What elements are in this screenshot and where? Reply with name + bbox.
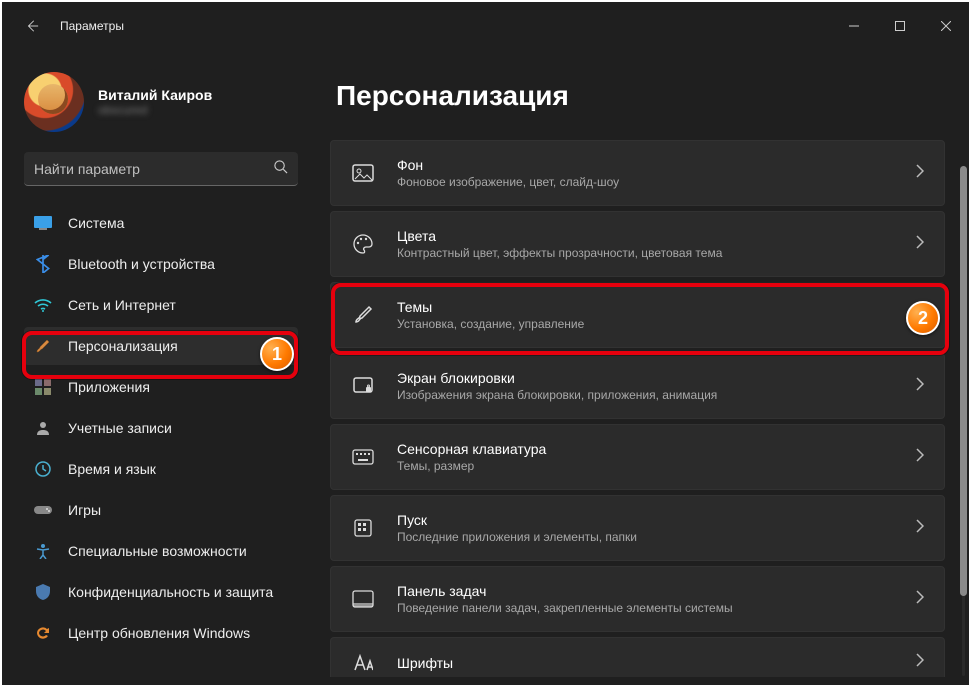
games-icon bbox=[34, 501, 52, 519]
nav-bluetooth[interactable]: Bluetooth и устройства bbox=[24, 245, 298, 283]
card-touchkeyboard[interactable]: Сенсорная клавиатура Темы, размер bbox=[330, 424, 945, 490]
avatar bbox=[24, 72, 84, 132]
annotation-badge-2: 2 bbox=[906, 301, 940, 335]
fonts-icon bbox=[351, 651, 375, 675]
card-subtitle: Поведение панели задач, закрепленные эле… bbox=[397, 601, 916, 615]
card-title: Панель задач bbox=[397, 583, 916, 599]
card-title: Пуск bbox=[397, 512, 916, 528]
taskbar-icon bbox=[351, 587, 375, 611]
card-subtitle: Фоновое изображение, цвет, слайд-шоу bbox=[397, 175, 916, 189]
nav-gaming[interactable]: Игры bbox=[24, 491, 298, 529]
card-subtitle: Последние приложения и элементы, папки bbox=[397, 530, 916, 544]
accessibility-icon bbox=[34, 542, 52, 560]
card-subtitle: Контрастный цвет, эффекты прозрачности, … bbox=[397, 246, 916, 260]
nav-update[interactable]: Центр обновления Windows bbox=[24, 614, 298, 652]
window-controls bbox=[831, 10, 969, 42]
main-content: Персонализация Фон Фоновое изображение, ц… bbox=[312, 50, 969, 685]
nav-list: Система Bluetooth и устройства Сеть и Ин… bbox=[24, 204, 298, 655]
brush-icon bbox=[34, 337, 52, 355]
nav-system[interactable]: Система bbox=[24, 204, 298, 242]
nav-label: Bluetooth и устройства bbox=[68, 256, 215, 272]
nav-label: Конфиденциальность и защита bbox=[68, 584, 273, 600]
lockscreen-icon bbox=[351, 374, 375, 398]
scrollbar-thumb[interactable] bbox=[960, 166, 967, 596]
card-themes[interactable]: Темы Установка, создание, управление bbox=[330, 282, 945, 348]
system-icon bbox=[34, 214, 52, 232]
chevron-right-icon bbox=[916, 519, 924, 538]
nav-network[interactable]: Сеть и Интернет bbox=[24, 286, 298, 324]
chevron-right-icon bbox=[916, 590, 924, 609]
chevron-right-icon bbox=[916, 653, 924, 672]
back-button[interactable] bbox=[18, 12, 46, 40]
nav-apps[interactable]: Приложения bbox=[24, 368, 298, 406]
colors-icon bbox=[351, 232, 375, 256]
nav-accounts[interactable]: Учетные записи bbox=[24, 409, 298, 447]
chevron-right-icon bbox=[916, 377, 924, 396]
card-title: Темы bbox=[397, 299, 916, 315]
card-start[interactable]: Пуск Последние приложения и элементы, пап… bbox=[330, 495, 945, 561]
nav-label: Время и язык bbox=[68, 461, 156, 477]
card-title: Сенсорная клавиатура bbox=[397, 441, 916, 457]
nav-label: Специальные возможности bbox=[68, 543, 247, 559]
close-button[interactable] bbox=[923, 10, 969, 42]
nav-personalization[interactable]: Персонализация bbox=[24, 327, 298, 365]
nav-label: Приложения bbox=[68, 379, 150, 395]
touchkeyboard-icon bbox=[351, 445, 375, 469]
card-background[interactable]: Фон Фоновое изображение, цвет, слайд-шоу bbox=[330, 140, 945, 206]
user-name: Виталий Каиров bbox=[98, 87, 212, 103]
chevron-right-icon bbox=[916, 164, 924, 183]
start-icon bbox=[351, 516, 375, 540]
back-arrow-icon bbox=[25, 19, 39, 33]
card-title: Шрифты bbox=[397, 655, 916, 671]
nav-label: Система bbox=[68, 215, 124, 231]
time-icon bbox=[34, 460, 52, 478]
chevron-right-icon bbox=[916, 235, 924, 254]
bluetooth-icon bbox=[34, 255, 52, 273]
nav-label: Игры bbox=[68, 502, 101, 518]
search-box[interactable] bbox=[24, 152, 298, 186]
maximize-button[interactable] bbox=[877, 10, 923, 42]
titlebar: Параметры bbox=[2, 2, 969, 50]
nav-accessibility[interactable]: Специальные возможности bbox=[24, 532, 298, 570]
card-title: Экран блокировки bbox=[397, 370, 916, 386]
themes-icon bbox=[351, 303, 375, 327]
chevron-right-icon bbox=[916, 448, 924, 467]
user-block[interactable]: Виталий Каиров obscured bbox=[24, 50, 298, 152]
minimize-button[interactable] bbox=[831, 10, 877, 42]
background-icon bbox=[351, 161, 375, 185]
card-taskbar[interactable]: Панель задач Поведение панели задач, закр… bbox=[330, 566, 945, 632]
sidebar: Виталий Каиров obscured Система Bluetoot… bbox=[2, 50, 312, 685]
nav-label: Учетные записи bbox=[68, 420, 172, 436]
search-input[interactable] bbox=[34, 161, 273, 177]
card-title: Цвета bbox=[397, 228, 916, 244]
nav-privacy[interactable]: Конфиденциальность и защита bbox=[24, 573, 298, 611]
card-subtitle: Темы, размер bbox=[397, 459, 916, 473]
privacy-icon bbox=[34, 583, 52, 601]
nav-label: Сеть и Интернет bbox=[68, 297, 176, 313]
card-lockscreen[interactable]: Экран блокировки Изображения экрана блоки… bbox=[330, 353, 945, 419]
account-icon bbox=[34, 419, 52, 437]
page-title: Персонализация bbox=[336, 80, 945, 112]
nav-label: Центр обновления Windows bbox=[68, 625, 250, 641]
card-colors[interactable]: Цвета Контрастный цвет, эффекты прозрачно… bbox=[330, 211, 945, 277]
annotation-badge-1: 1 bbox=[260, 337, 294, 371]
card-fonts[interactable]: Шрифты bbox=[330, 637, 945, 677]
nav-label: Персонализация bbox=[68, 338, 178, 354]
card-title: Фон bbox=[397, 157, 916, 173]
apps-icon bbox=[34, 378, 52, 396]
search-icon bbox=[273, 159, 288, 179]
wifi-icon bbox=[34, 296, 52, 314]
card-subtitle: Изображения экрана блокировки, приложени… bbox=[397, 388, 916, 402]
update-icon bbox=[34, 624, 52, 642]
nav-time[interactable]: Время и язык bbox=[24, 450, 298, 488]
user-subtitle: obscured bbox=[98, 103, 212, 117]
window-title: Параметры bbox=[60, 19, 124, 33]
card-subtitle: Установка, создание, управление bbox=[397, 317, 916, 331]
